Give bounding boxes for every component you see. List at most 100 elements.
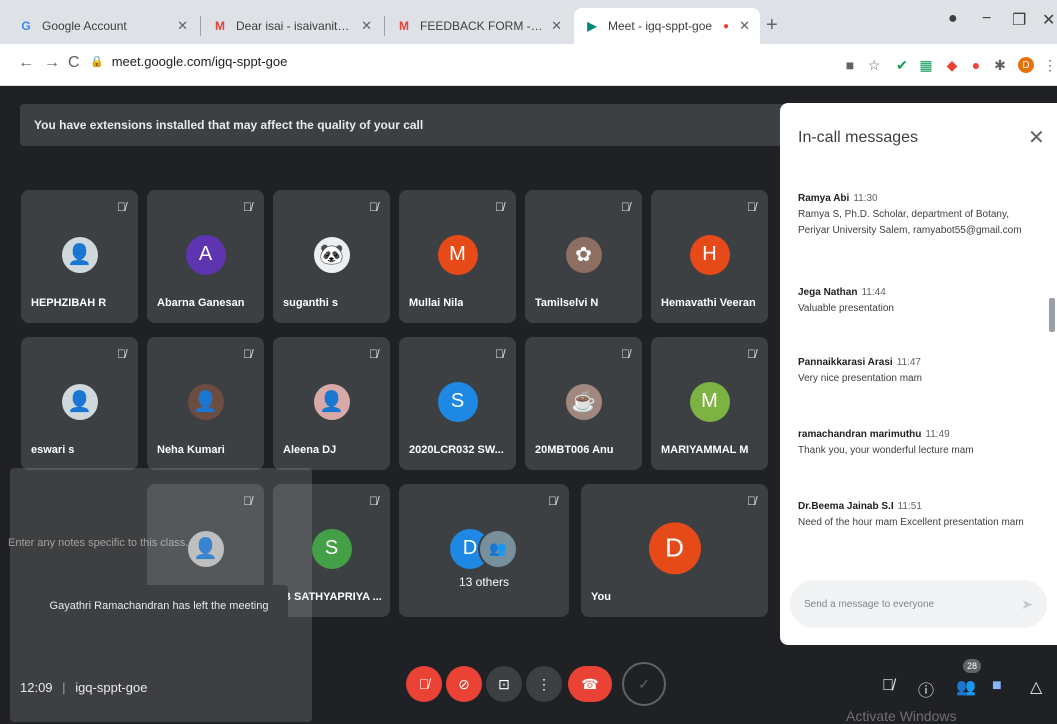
address-bar[interactable]: 🔒 meet.google.com/igq-sppt-goe (90, 54, 287, 69)
messages-scrollbar[interactable] (1049, 298, 1055, 332)
participant-name: You (591, 591, 611, 603)
participant-tile[interactable]: 🎙̸ 👤 eswari s (21, 337, 138, 470)
close-icon[interactable]: ✕ (361, 18, 372, 34)
participant-tile[interactable]: 🎙̸ 👤 Neha Kumari (147, 337, 264, 470)
close-icon[interactable]: ✕ (739, 18, 750, 34)
close-icon[interactable]: ✕ (1028, 125, 1045, 150)
participant-tile[interactable]: 🎙̸ S 2020LCR032 SW... (399, 337, 516, 470)
message-time: 11:30 (853, 193, 878, 204)
participant-tile[interactable]: 🎙̸ H Hemavathi Veeran (651, 190, 768, 323)
window-close-icon[interactable]: ✕ (1042, 10, 1055, 30)
banner-text: You have extensions installed that may a… (34, 118, 424, 132)
profile-avatar-icon[interactable]: D (1018, 57, 1034, 73)
participant-tile[interactable]: 🎙̸ 👤 HEPHZIBAH R (21, 190, 138, 323)
chat-message: ramachandran marimuthu 11:49 Thank you, y… (798, 427, 1043, 459)
gmail-favicon-icon: M (399, 19, 409, 33)
avatar: S (437, 381, 478, 422)
participant-name: MARIYAMMAL M (661, 444, 749, 456)
tab-label: Google Account (42, 19, 127, 33)
message-text: Need of the hour mam Excellent presentat… (798, 517, 1024, 528)
info-icon[interactable]: ⓘ (918, 677, 934, 701)
restore-icon[interactable]: ❐ (1012, 10, 1026, 30)
mic-off-icon: 🎙̸ (495, 347, 504, 361)
send-icon[interactable]: ➤ (1021, 596, 1033, 613)
mic-off-icon: 🎙̸ (243, 347, 252, 361)
menu-dots-icon[interactable]: ⋮ (1042, 57, 1057, 73)
tab-divider (200, 16, 201, 36)
checkmark-extension-icon[interactable]: ✔ (894, 57, 910, 73)
present-screen-icon: ⊡ (498, 675, 510, 692)
others-tile[interactable]: 🎙̸ D 👥 13 others (399, 484, 569, 617)
camera-icon[interactable]: ■ (842, 57, 858, 73)
tab-gmail-dear-isai[interactable]: M Dear isai - isaivanitncpbpb@gmail ✕ (202, 8, 382, 44)
self-tile[interactable]: 🎙̸ D You (581, 484, 768, 617)
avatar: 👤 (59, 234, 100, 275)
star-icon[interactable]: ☆ (866, 57, 882, 73)
mic-off-icon: 🎙̸ (117, 200, 126, 214)
participant-tile[interactable]: 🎙̸ ✿ Tamilselvi N (525, 190, 642, 323)
sheets-extension-icon[interactable]: ▦ (918, 57, 934, 73)
puzzle-extension-icon[interactable]: ✱ (992, 57, 1008, 73)
tab-label: Meet - igq-sppt-goe (608, 19, 713, 33)
camera-off-icon: ⊘ (458, 675, 470, 692)
extension-icon[interactable]: ◆ (944, 57, 960, 73)
mic-toggle-button[interactable]: 🎙̸ (406, 666, 442, 702)
camera-toggle-button[interactable]: ⊘ (446, 666, 482, 702)
forward-arrow-icon[interactable]: → (44, 54, 60, 72)
participant-tile[interactable]: 🎙̸ ☕ 20MBT006 Anu (525, 337, 642, 470)
people-icon[interactable]: 👥 (956, 677, 976, 697)
hand-raise-button[interactable]: ✓ (622, 662, 666, 706)
mic-off-icon: 🎙̸ (747, 347, 756, 361)
present-button[interactable]: ⊡ (486, 666, 522, 702)
reload-icon[interactable]: C (68, 54, 80, 72)
participant-name: suganthi s (283, 297, 339, 309)
more-options-button[interactable]: ⋮ (526, 666, 562, 702)
lock-icon: 🔒 (90, 56, 104, 68)
activities-icon[interactable]: △ (1030, 677, 1042, 697)
avatar: 👥 (478, 528, 518, 569)
participant-tile[interactable]: 🎙̸ A Abarna Ganesan (147, 190, 264, 323)
close-icon[interactable]: ✕ (177, 18, 188, 34)
back-arrow-icon[interactable]: ← (18, 54, 34, 72)
tab-gmail-feedback-form[interactable]: M FEEDBACK FORM - isaivanitncpb ✕ (386, 8, 572, 44)
more-dots-icon: ⋮ (537, 675, 551, 692)
chat-message: Jega Nathan 11:44 Valuable presentation (798, 285, 1043, 317)
tab-google-account[interactable]: G Google Account ✕ (8, 8, 198, 44)
meeting-code: igq-sppt-goe (75, 680, 148, 695)
avatar: A (185, 234, 226, 275)
meeting-info: 12:09 | igq-sppt-goe (20, 680, 147, 695)
participant-name: Neha Kumari (157, 444, 225, 456)
mic-off-icon: 🎙̸ (117, 347, 126, 361)
google-favicon-icon: G (21, 19, 31, 33)
mic-off-icon: 🎙̸ (621, 200, 630, 214)
close-icon[interactable]: ✕ (551, 18, 562, 34)
message-sender: Pannaikkarasi Arasi (798, 357, 893, 368)
profile-icon[interactable]: ● (948, 10, 958, 28)
participant-name: Tamilselvi N (535, 297, 599, 309)
send-message-input[interactable]: Send a message to everyone ➤ (790, 580, 1047, 628)
mute-all-icon[interactable]: 🎙̸ (882, 677, 894, 695)
participant-tile[interactable]: 🎙̸ M Mullai Nila (399, 190, 516, 323)
new-tab-icon[interactable]: + (766, 14, 778, 37)
minimize-icon[interactable]: − (982, 10, 991, 28)
panel-title: In-call messages (798, 129, 919, 146)
activate-windows-watermark: Activate Windows (846, 708, 957, 724)
message-time: 11:51 (897, 501, 922, 512)
chat-message: Ramya Abi 11:30 Ramya S, Ph.D. Scholar, d… (798, 191, 1043, 239)
browser-tab-bar: G Google Account ✕ M Dear isai - isaivan… (0, 0, 1057, 44)
participant-tile[interactable]: 🎙̸ 🐼 suganthi s (273, 190, 390, 323)
participant-name: Aleena DJ (283, 444, 337, 456)
participant-name: Hemavathi Veeran (661, 297, 756, 309)
leave-call-button[interactable]: ☎ (568, 666, 612, 702)
participant-name: Abarna Ganesan (157, 297, 245, 309)
meet-favicon-icon: ▶ (587, 19, 597, 33)
extension-icon[interactable]: ● (968, 57, 984, 73)
message-time: 11:47 (896, 357, 921, 368)
participant-tile[interactable]: 🎙̸ M MARIYAMMAL M (651, 337, 768, 470)
participant-tile[interactable]: 🎙̸ 👤 Aleena DJ (273, 337, 390, 470)
message-text: Ramya S, Ph.D. Scholar, department of Bo… (798, 209, 1022, 236)
panda-avatar-icon: 🐼 (311, 234, 352, 275)
chat-icon[interactable]: ■ (992, 677, 1002, 695)
mic-off-icon: 🎙̸ (243, 200, 252, 214)
tab-meet[interactable]: ▶ Meet - igq-sppt-goe ● ✕ (574, 8, 760, 44)
